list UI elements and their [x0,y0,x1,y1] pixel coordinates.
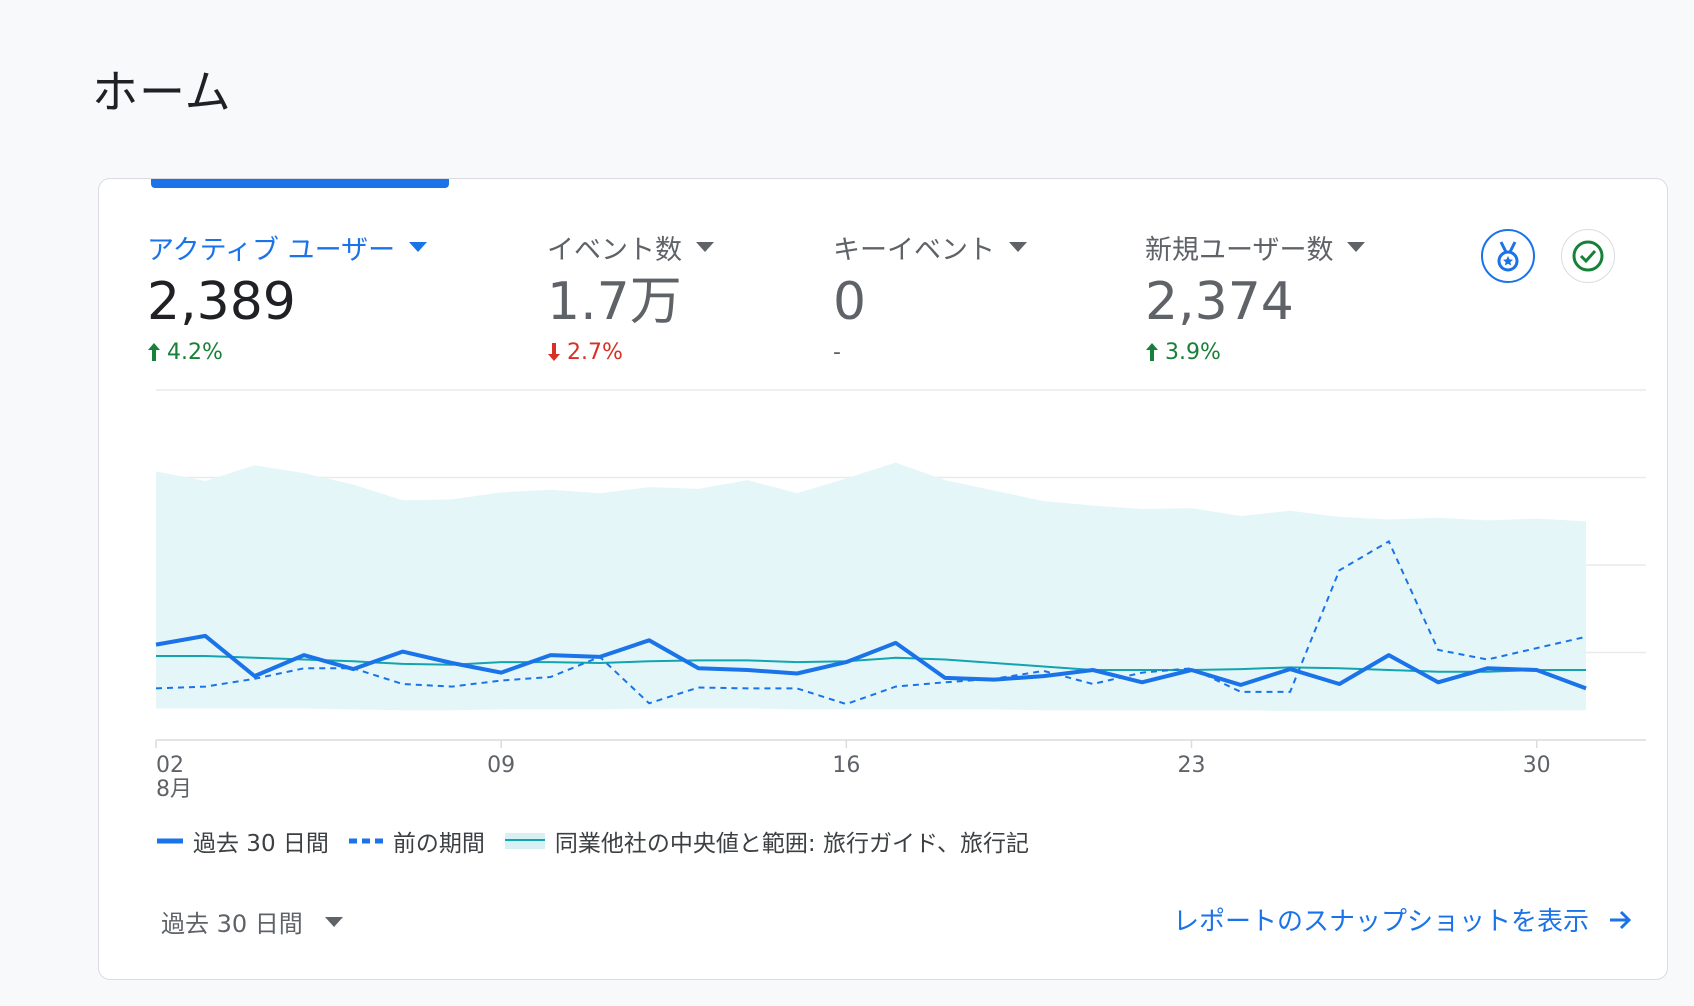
x-tick-label: 16 [832,753,860,778]
x-tick-label: 30 [1523,753,1551,778]
benchmark-range-area [156,462,1586,712]
arrow-right-icon [1610,910,1632,929]
x-tick-label: 09 [487,753,515,778]
report-link-label: レポートのスナップショットを表示 [1172,907,1589,937]
legend-label: 前の期間 [392,831,485,857]
line-chart: 010020030040002091623308月 [155,389,1646,802]
x-month-label: 8月 [156,777,192,802]
solid-line-swatch-icon [157,838,183,844]
x-tick-label: 02 [156,753,184,778]
date-range-dropdown[interactable]: 過去 30 日間 [161,904,343,939]
legend-item-benchmark: 同業他社の中央値と範囲: 旅行ガイド、旅行記 [504,824,1030,858]
dashed-line-swatch-icon [348,838,383,844]
band-swatch-icon [504,833,545,849]
page-title: ホーム [92,65,232,119]
legend-item-current: 過去 30 日間 [157,824,329,858]
legend-label: 過去 30 日間 [193,831,329,857]
date-range-label: 過去 30 日間 [161,910,303,938]
legend-label: 同業他社の中央値と範囲: 旅行ガイド、旅行記 [554,831,1030,857]
chart-legend: 過去 30 日間 前の期間 同業他社の中央値と範囲: 旅行ガイド、旅行記 [157,824,1035,858]
x-tick-label: 23 [1178,753,1206,778]
home-overview-card: アクティブ ユーザー 2,389 4.2% イベント数 1.7万 2.7% キー… [98,178,1668,980]
view-report-snapshot-link[interactable]: レポートのスナップショットを表示 [1173,901,1633,938]
legend-item-previous: 前の期間 [348,824,485,858]
chevron-down-icon [324,916,343,927]
